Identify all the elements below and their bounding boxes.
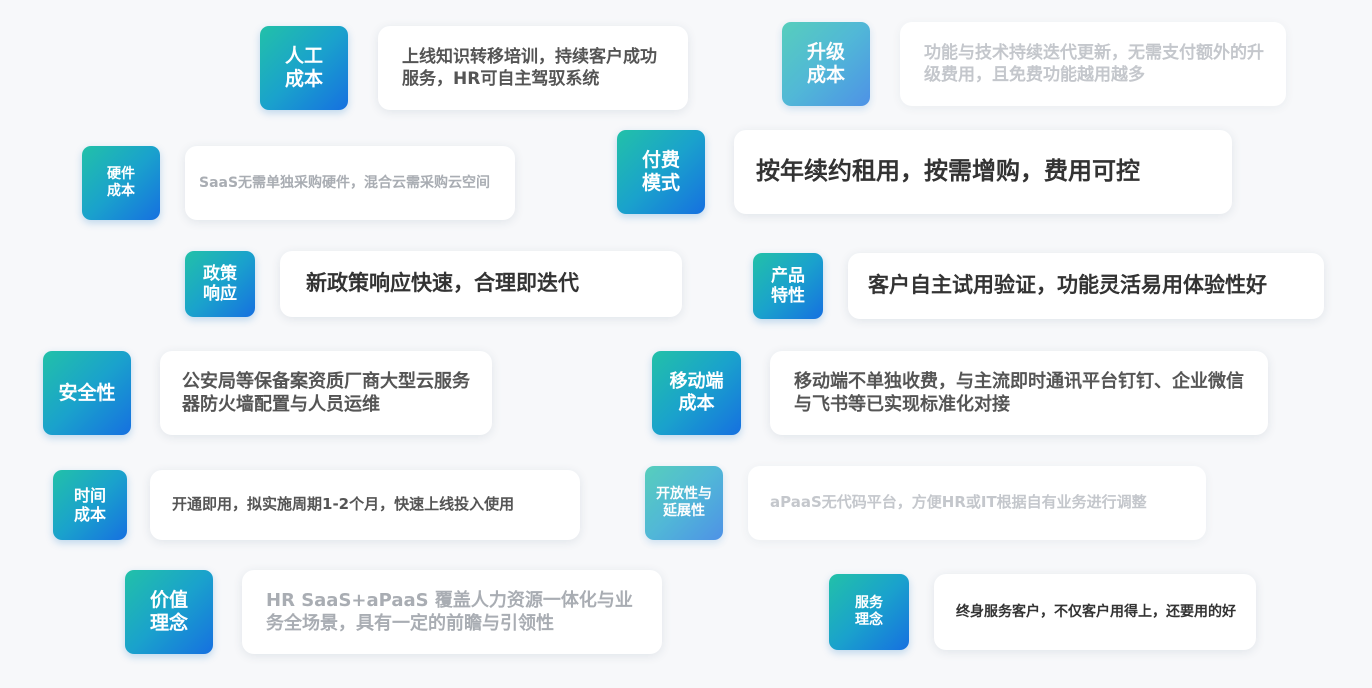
card-mobile-cost: 移动端不单独收费，与主流即时通讯平台钉钉、企业微信与飞书等已实现标准化对接 xyxy=(770,351,1268,435)
card-labor-cost-text: 上线知识转移培训，持续客户成功服务，HR可自主驾驭系统 xyxy=(402,46,657,89)
badge-security: 安全性 xyxy=(43,351,131,435)
card-policy-response-text: 新政策响应快速，合理即迭代 xyxy=(306,271,579,296)
badge-product-feature-label: 产品 特性 xyxy=(771,265,805,306)
card-value-concept: HR SaaS+aPaaS 覆盖人力资源一体化与业务全场景，具有一定的前瞻与引领… xyxy=(242,570,662,654)
badge-labor-cost-label: 人工 成本 xyxy=(284,45,323,90)
card-security: 公安局等保备案资质厂商大型云服务器防火墙配置与人员运维 xyxy=(160,351,492,435)
card-value-concept-text: HR SaaS+aPaaS 覆盖人力资源一体化与业务全场景，具有一定的前瞻与引领… xyxy=(266,589,633,634)
card-service-concept-text: 终身服务客户，不仅客户用得上，还要用的好 xyxy=(956,603,1236,620)
badge-policy-response: 政策 响应 xyxy=(185,251,255,317)
badge-openness-label: 开放性与 延展性 xyxy=(656,486,712,519)
badge-openness: 开放性与 延展性 xyxy=(645,466,723,540)
card-mobile-cost-text: 移动端不单独收费，与主流即时通讯平台钉钉、企业微信与飞书等已实现标准化对接 xyxy=(794,370,1244,415)
card-product-feature: 客户自主试用验证，功能灵活易用体验性好 xyxy=(848,253,1324,319)
card-upgrade-cost-text: 功能与技术持续迭代更新，无需支付额外的升级费用，且免费功能越用越多 xyxy=(924,42,1264,85)
card-payment-model-text: 按年续约租用，按需增购，费用可控 xyxy=(756,157,1140,186)
badge-upgrade-cost-label: 升级 成本 xyxy=(806,41,845,86)
badge-time-cost-label: 时间 成本 xyxy=(73,485,106,524)
badge-policy-response-label: 政策 响应 xyxy=(203,263,237,304)
card-policy-response: 新政策响应快速，合理即迭代 xyxy=(280,251,682,317)
card-time-cost-text: 开通即用，拟实施周期1-2个月，快速上线投入使用 xyxy=(172,495,515,514)
badge-payment-model: 付费 模式 xyxy=(617,130,705,214)
badge-product-feature: 产品 特性 xyxy=(753,253,823,319)
card-openness-text: aPaaS无代码平台，方便HR或IT根据自有业务进行调整 xyxy=(770,493,1147,512)
badge-value-concept: 价值 理念 xyxy=(125,570,213,654)
card-hardware-cost-text: SaaS无需单独采购硬件，混合云需采购云空间 xyxy=(199,174,491,191)
card-time-cost: 开通即用，拟实施周期1-2个月，快速上线投入使用 xyxy=(150,470,580,540)
badge-service-concept-label: 服务 理念 xyxy=(855,595,883,628)
badge-mobile-cost-label: 移动端 成本 xyxy=(669,371,724,414)
badge-security-label: 安全性 xyxy=(58,381,116,404)
card-service-concept: 终身服务客户，不仅客户用得上，还要用的好 xyxy=(934,574,1256,650)
badge-payment-model-label: 付费 模式 xyxy=(641,149,680,194)
badge-mobile-cost: 移动端 成本 xyxy=(652,351,741,435)
card-security-text: 公安局等保备案资质厂商大型云服务器防火墙配置与人员运维 xyxy=(182,370,470,415)
badge-hardware-cost-label: 硬件 成本 xyxy=(107,166,135,199)
badge-value-concept-label: 价值 理念 xyxy=(149,589,188,634)
card-labor-cost: 上线知识转移培训，持续客户成功服务，HR可自主驾驭系统 xyxy=(378,26,688,110)
card-product-feature-text: 客户自主试用验证，功能灵活易用体验性好 xyxy=(868,273,1267,298)
card-openness: aPaaS无代码平台，方便HR或IT根据自有业务进行调整 xyxy=(748,466,1206,540)
card-hardware-cost: SaaS无需单独采购硬件，混合云需采购云空间 xyxy=(185,146,515,220)
badge-labor-cost: 人工 成本 xyxy=(260,26,348,110)
card-upgrade-cost: 功能与技术持续迭代更新，无需支付额外的升级费用，且免费功能越用越多 xyxy=(900,22,1286,106)
badge-hardware-cost: 硬件 成本 xyxy=(82,146,160,220)
card-payment-model: 按年续约租用，按需增购，费用可控 xyxy=(734,130,1232,214)
badge-upgrade-cost: 升级 成本 xyxy=(782,22,870,106)
badge-time-cost: 时间 成本 xyxy=(53,470,127,540)
badge-service-concept: 服务 理念 xyxy=(829,574,909,650)
